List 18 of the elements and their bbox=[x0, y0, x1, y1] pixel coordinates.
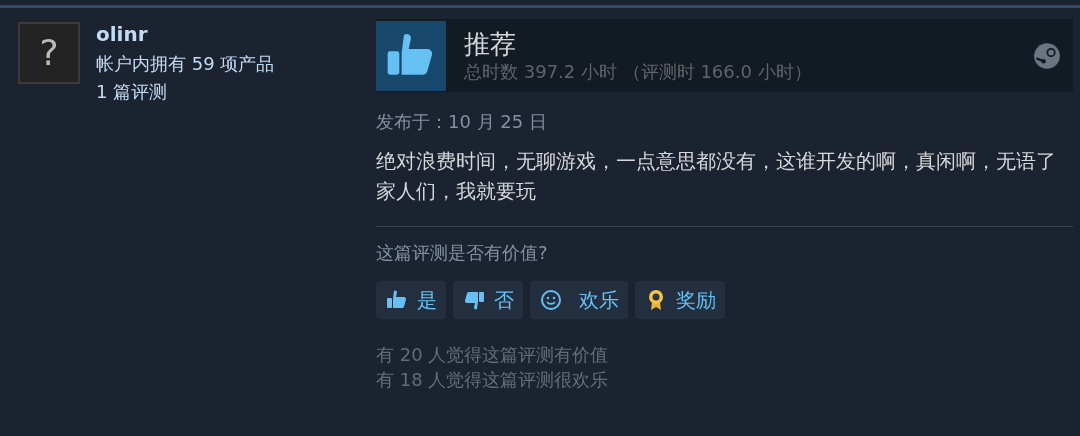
helpful-question: 这篇评测是否有价值? bbox=[376, 241, 549, 265]
verdict-header[interactable]: 推荐 总时数 397.2 小时 （评测时 166.0 小时） bbox=[376, 19, 1073, 92]
vote-button[interactable]: 奖励 bbox=[635, 281, 725, 319]
vote-button[interactable]: 欢乐 bbox=[530, 281, 628, 319]
vote-button[interactable]: 否 bbox=[453, 281, 523, 319]
verdict-title: 推荐 bbox=[464, 27, 517, 60]
smiley-icon bbox=[539, 288, 563, 312]
vote-stat: 有 20 人觉得这篇评测有价值 bbox=[376, 343, 610, 367]
reviews-count[interactable]: 1 篇评测 bbox=[96, 78, 275, 106]
products-count[interactable]: 帐户内拥有 59 项产品 bbox=[96, 50, 275, 78]
vote-stat: 有 18 人觉得这篇评测很欢乐 bbox=[376, 368, 610, 392]
steam-logo-icon bbox=[1033, 41, 1061, 70]
avatar[interactable]: ? bbox=[18, 22, 80, 84]
review-text: 绝对浪费时间，无聊游戏，一点意思都没有，这谁开发的啊，真闲啊，无语了家人们，我就要玩 bbox=[376, 148, 1056, 205]
vote-button[interactable]: 是 bbox=[376, 281, 446, 319]
playtime-hours: 总时数 397.2 小时 （评测时 166.0 小时） bbox=[464, 59, 813, 84]
posted-date: 发布于：10 月 25 日 bbox=[376, 110, 548, 134]
reviewer-name[interactable]: olinr bbox=[96, 22, 275, 46]
